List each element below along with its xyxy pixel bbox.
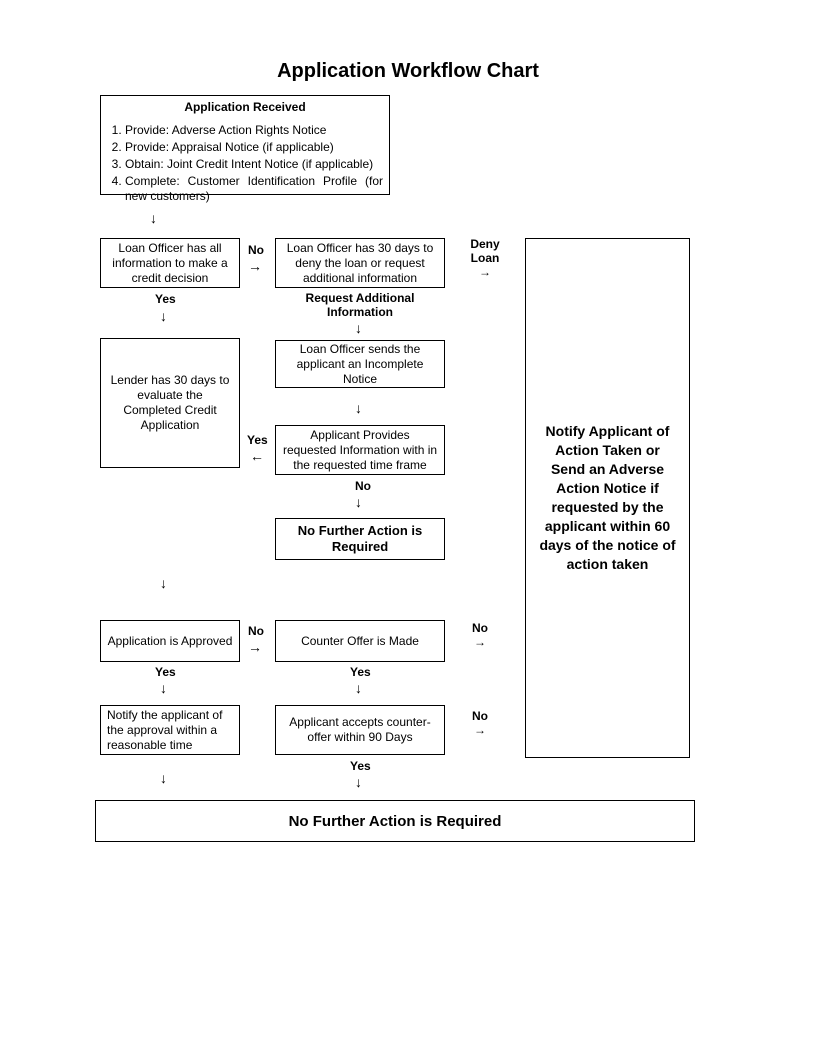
- application-received-list: Provide: Adverse Action Rights Notice Pr…: [125, 123, 383, 206]
- label-yes: Yes: [155, 666, 176, 680]
- box-application-received-title: Application Received: [107, 100, 383, 115]
- box-notify-action-taken-text: Notify Applicant of Action Taken orSend …: [536, 422, 679, 573]
- label-yes: Yes: [247, 434, 268, 448]
- arrow-down-icon: ↓: [355, 400, 362, 416]
- arrow-down-icon: ↓: [355, 774, 362, 790]
- list-item: Provide: Adverse Action Rights Notice: [125, 123, 383, 138]
- box-no-further-action-1: No Further Action is Required: [275, 518, 445, 560]
- label-no: No: [355, 480, 371, 494]
- box-application-received: Application Received Provide: Adverse Ac…: [100, 95, 390, 195]
- label-no: No →: [460, 710, 500, 738]
- list-item: Provide: Appraisal Notice (if applicable…: [125, 140, 383, 155]
- arrow-right-icon: →: [248, 258, 262, 274]
- box-thirty-days: Loan Officer has 30 days to deny the loa…: [275, 238, 445, 288]
- label-request-additional: Request Additional Information: [275, 292, 445, 320]
- arrow-right-icon: →: [474, 635, 486, 649]
- arrow-down-icon: ↓: [160, 575, 167, 591]
- box-notify-action-taken: Notify Applicant of Action Taken orSend …: [525, 238, 690, 758]
- box-applicant-provides: Applicant Provides requested Information…: [275, 425, 445, 475]
- label-no: No →: [460, 622, 500, 650]
- arrow-left-icon: ←: [250, 448, 264, 464]
- box-application-approved: Application is Approved: [100, 620, 240, 662]
- label-deny-loan: Deny Loan →: [455, 238, 515, 279]
- arrow-down-icon: ↓: [355, 680, 362, 696]
- arrow-down-icon: ↓: [355, 320, 362, 336]
- arrow-right-icon: →: [479, 265, 491, 279]
- label-yes: Yes: [350, 666, 371, 680]
- arrow-down-icon: ↓: [150, 210, 157, 226]
- box-incomplete-notice: Loan Officer sends the applicant an Inco…: [275, 340, 445, 388]
- label-yes: Yes: [155, 293, 176, 307]
- arrow-down-icon: ↓: [160, 308, 167, 324]
- box-counter-offer: Counter Offer is Made: [275, 620, 445, 662]
- box-no-further-action-2: No Further Action is Required: [95, 800, 695, 842]
- label-deny-loan-text: Deny Loan: [470, 237, 499, 265]
- arrow-down-icon: ↓: [355, 494, 362, 510]
- box-accepts-counter: Applicant accepts counter-offer within 9…: [275, 705, 445, 755]
- label-no-text: No: [472, 621, 488, 635]
- label-no: No: [248, 625, 264, 639]
- arrow-down-icon: ↓: [160, 770, 167, 786]
- label-yes: Yes: [350, 760, 371, 774]
- label-no-text: No: [472, 709, 488, 723]
- page-title: Application Workflow Chart: [0, 60, 816, 83]
- label-no: No: [248, 244, 264, 258]
- box-notify-approval: Notify the applicant of the approval wit…: [100, 705, 240, 755]
- box-has-all-info: Loan Officer has all information to make…: [100, 238, 240, 288]
- arrow-down-icon: ↓: [160, 680, 167, 696]
- arrow-right-icon: →: [248, 639, 262, 655]
- box-lender-evaluate: Lender has 30 days to evaluate the Compl…: [100, 338, 240, 468]
- arrow-right-icon: →: [474, 723, 486, 737]
- list-item: Obtain: Joint Credit Intent Notice (if a…: [125, 157, 383, 172]
- list-item: Complete: Customer Identification Profil…: [125, 174, 383, 204]
